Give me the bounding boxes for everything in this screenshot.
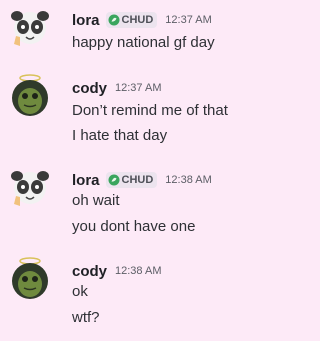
timestamp[interactable]: 12:37 AM xyxy=(165,14,211,26)
panda-avatar-icon xyxy=(11,11,49,46)
username[interactable]: lora xyxy=(72,172,100,189)
message-header: lora CHUD 12:37 AM xyxy=(72,10,212,30)
server-tag[interactable]: CHUD xyxy=(105,172,158,188)
tag-label: CHUD xyxy=(121,174,154,186)
message-header: lora CHUD 12:38 AM xyxy=(72,170,212,190)
avatar[interactable] xyxy=(10,257,50,301)
message-text: happy national gf day xyxy=(72,34,215,51)
message-text: Don’t remind me of that xyxy=(72,102,228,119)
avatar[interactable] xyxy=(10,170,50,210)
message-text: ok xyxy=(72,283,88,300)
message-text: I hate that day xyxy=(72,127,168,144)
avatar[interactable] xyxy=(10,10,50,50)
username[interactable]: cody xyxy=(72,263,107,280)
panda-avatar-icon xyxy=(11,171,49,206)
message-text: oh wait xyxy=(72,192,120,209)
username[interactable]: lora xyxy=(72,12,100,29)
message-header: cody 12:38 AM xyxy=(72,261,162,281)
message-text: wtf? xyxy=(72,309,100,326)
leaf-badge-icon xyxy=(108,174,120,186)
timestamp[interactable]: 12:38 AM xyxy=(165,174,211,186)
message-header: cody 12:37 AM xyxy=(72,78,162,98)
timestamp[interactable]: 12:37 AM xyxy=(115,82,161,94)
server-tag[interactable]: CHUD xyxy=(105,12,158,28)
timestamp[interactable]: 12:38 AM xyxy=(115,265,161,277)
frog-angel-avatar-icon xyxy=(12,74,48,116)
username[interactable]: cody xyxy=(72,80,107,97)
frog-angel-avatar-icon xyxy=(12,257,48,299)
avatar[interactable] xyxy=(10,74,50,118)
message-text: you dont have one xyxy=(72,218,196,235)
leaf-badge-icon xyxy=(108,14,120,26)
tag-label: CHUD xyxy=(121,14,154,26)
